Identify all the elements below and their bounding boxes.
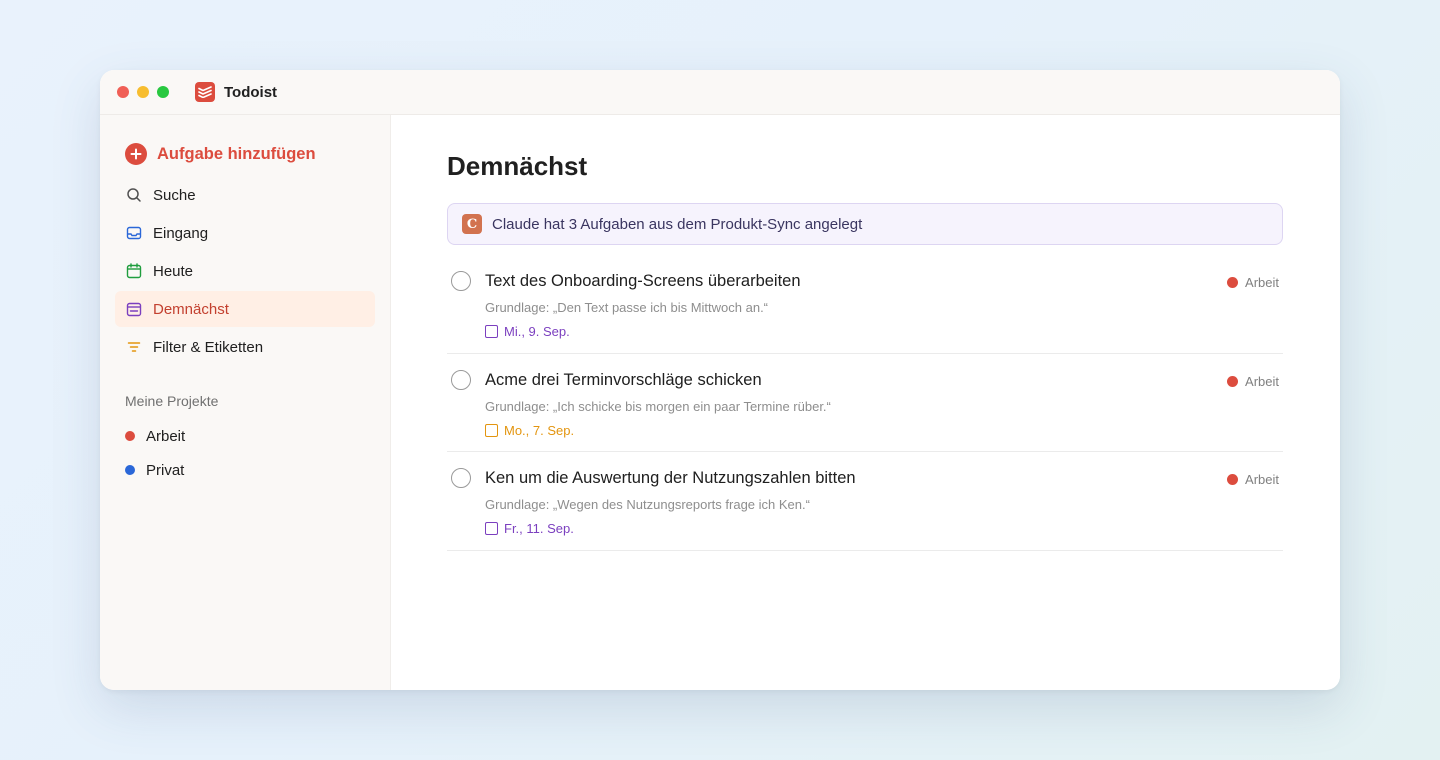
plus-icon [125, 143, 147, 165]
calendar-upcoming-icon [125, 300, 143, 318]
sidebar-project-arbeit[interactable]: Arbeit [115, 419, 375, 453]
claude-badge-icon: C [462, 214, 482, 234]
projects-heading: Meine Projekte [125, 393, 219, 409]
task-project[interactable]: Arbeit [1227, 472, 1279, 487]
sidebar-item-search[interactable]: Suche [115, 177, 375, 213]
project-color-dot [125, 465, 135, 475]
sidebar-item-label: Filter & Etiketten [153, 338, 264, 356]
task-title[interactable]: Text des Onboarding-Screens überarbeiten [485, 272, 801, 291]
task-project[interactable]: Arbeit [1227, 374, 1279, 389]
project-label: Privat [146, 461, 185, 479]
project-color-dot [1227, 474, 1239, 485]
task-project-label: Arbeit [1245, 472, 1279, 487]
main-content: Demnächst C Claude hat 3 Aufgaben aus de… [391, 115, 1340, 690]
inbox-icon [125, 224, 143, 242]
app-title: Todoist [224, 83, 278, 101]
sidebar-item-label: Suche [153, 186, 196, 204]
maximize-window-button[interactable] [157, 86, 169, 98]
calendar-icon [485, 423, 498, 437]
task-source-quote: Grundlage: „Den Text passe ich bis Mittw… [485, 300, 769, 315]
sidebar-item-upcoming[interactable]: Demnächst [115, 291, 375, 327]
sidebar-project-privat[interactable]: Privat [115, 453, 375, 487]
sidebar-item-inbox[interactable]: Eingang [115, 215, 375, 251]
project-color-dot [1227, 375, 1239, 387]
filter-icon [125, 338, 143, 356]
sidebar-item-label: Demnächst [153, 300, 229, 318]
close-window-button[interactable] [117, 86, 129, 98]
task-source-quote: Grundlage: „Ich schicke bis morgen ein p… [485, 398, 831, 414]
task-project[interactable]: Arbeit [1227, 275, 1279, 290]
calendar-today-icon [125, 262, 143, 280]
add-task-button[interactable]: Aufgabe hinzufügen [115, 139, 375, 169]
search-icon [125, 186, 143, 204]
sidebar: Aufgabe hinzufügen Suche Eingang Heute D… [100, 115, 391, 690]
task-item[interactable]: Ken um die Auswertung der Nutzungszahlen… [447, 452, 1283, 551]
sidebar-item-label: Heute [153, 262, 194, 280]
project-label: Arbeit [146, 427, 186, 445]
title-bar: Todoist [100, 70, 1340, 115]
todoist-logo-icon [195, 82, 215, 102]
complete-task-checkbox[interactable] [451, 468, 471, 488]
sidebar-item-label: Eingang [153, 224, 209, 242]
calendar-icon [485, 325, 498, 338]
task-due-date[interactable]: Mo., 7. Sep. [485, 423, 574, 438]
banner-text: Claude hat 3 Aufgaben aus dem Produkt-Sy… [492, 215, 863, 233]
app-window: Todoist Aufgabe hinzufügen Suche Eingang [100, 70, 1340, 690]
task-title[interactable]: Acme drei Terminvorschläge schicken [485, 371, 762, 390]
sidebar-item-today[interactable]: Heute [115, 253, 375, 289]
task-due-date-label: Mo., 7. Sep. [504, 422, 575, 438]
calendar-icon [485, 522, 498, 535]
page-title: Demnächst [447, 151, 588, 181]
task-due-date[interactable]: Mi., 9. Sep. [485, 324, 570, 339]
task-item[interactable]: Text des Onboarding-Screens überarbeiten… [447, 255, 1283, 354]
task-item[interactable]: Acme drei Terminvorschläge schicken Grun… [447, 354, 1283, 452]
project-color-dot [1227, 277, 1239, 288]
task-project-label: Arbeit [1245, 275, 1279, 290]
task-due-date-label: Mi., 9. Sep. [504, 324, 570, 339]
project-color-dot [125, 431, 135, 441]
task-due-date-label: Fr., 11. Sep. [504, 521, 574, 536]
task-list: Text des Onboarding-Screens überarbeiten… [447, 255, 1283, 551]
task-due-date[interactable]: Fr., 11. Sep. [485, 521, 574, 536]
add-task-label: Aufgabe hinzufügen [157, 144, 316, 163]
task-title[interactable]: Ken um die Auswertung der Nutzungszahlen… [485, 469, 856, 488]
complete-task-checkbox[interactable] [451, 369, 471, 390]
sidebar-item-filters[interactable]: Filter & Etiketten [115, 329, 375, 365]
task-source-quote: Grundlage: „Wegen des Nutzungsreports fr… [485, 497, 810, 512]
complete-task-checkbox[interactable] [451, 271, 471, 291]
minimize-window-button[interactable] [137, 86, 149, 98]
task-project-label: Arbeit [1245, 373, 1279, 389]
claude-info-banner: C Claude hat 3 Aufgaben aus dem Produkt-… [447, 203, 1283, 245]
